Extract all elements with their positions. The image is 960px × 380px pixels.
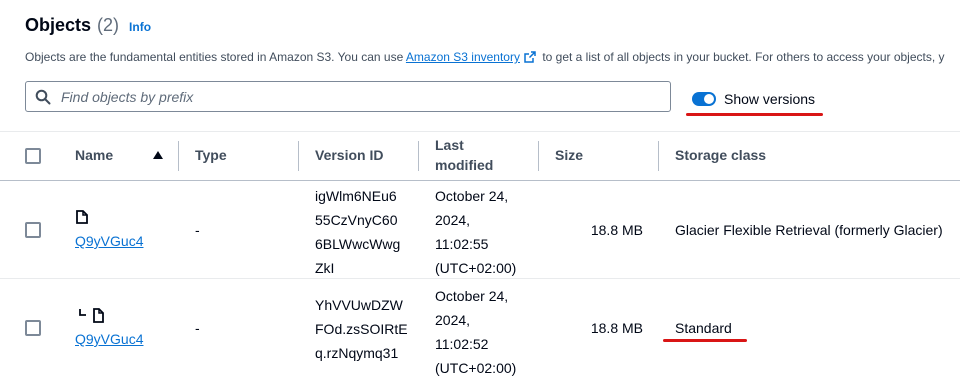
row-checkbox[interactable] — [25, 222, 41, 238]
show-versions-label: Show versions — [724, 91, 816, 107]
last-modified-line: October 24, — [435, 188, 509, 204]
annotation-underline-storage-class — [663, 339, 747, 342]
column-header-name[interactable]: Name — [75, 145, 113, 165]
row-checkbox[interactable] — [25, 320, 41, 336]
search-icon — [35, 89, 51, 105]
version-id-line: ZkI — [315, 260, 335, 276]
last-modified: October 24, 2024, 11:02:55 (UTC+02:00) — [435, 184, 516, 280]
description-suffix: to get a list of all objects in your buc… — [538, 50, 945, 64]
description-prefix: Objects are the fundamental entities sto… — [25, 50, 406, 64]
section-description: Objects are the fundamental entities sto… — [25, 50, 945, 66]
last-modified-line1: Last — [435, 137, 464, 153]
column-divider[interactable] — [418, 141, 419, 171]
last-modified-line: (UTC+02:00) — [435, 360, 517, 376]
column-header-version-id[interactable]: Version ID — [315, 145, 383, 165]
annotation-underline-toggle — [686, 113, 823, 116]
toggle-knob — [704, 94, 714, 104]
column-divider[interactable] — [178, 141, 179, 171]
last-modified-line: October 24, — [435, 288, 509, 304]
search-input[interactable] — [61, 88, 641, 105]
version-id-line: 6BLWwcWwg — [315, 236, 401, 252]
column-header-size[interactable]: Size — [555, 145, 583, 165]
object-count: (2) — [97, 15, 120, 35]
column-header-last-modified[interactable]: Last modified — [435, 135, 493, 175]
column-divider[interactable] — [538, 141, 539, 171]
object-name-link[interactable]: Q9yVGuc4 — [75, 232, 143, 250]
external-link-icon[interactable] — [524, 51, 536, 66]
last-modified-line: 11:02:55 — [435, 236, 489, 252]
show-versions-toggle[interactable]: Show versions — [692, 91, 815, 107]
file-version-icon — [78, 308, 106, 329]
last-modified-line: (UTC+02:00) — [435, 260, 517, 276]
info-link[interactable]: Info — [129, 20, 151, 34]
version-id-line: q.rzNqymq31 — [315, 345, 399, 361]
version-id-line: YhVVUwDZW — [315, 297, 403, 313]
last-modified: October 24, 2024, 11:02:52 (UTC+02:00) — [435, 284, 516, 380]
select-all-checkbox[interactable] — [25, 148, 41, 164]
object-type: - — [195, 320, 200, 336]
column-header-storage-class[interactable]: Storage class — [675, 145, 766, 165]
column-divider[interactable] — [298, 141, 299, 171]
version-id-line: igWlm6NEu6 — [315, 188, 397, 204]
version-id: YhVVUwDZW FOd.zsSOIRtE q.rzNqymq31 — [315, 293, 408, 365]
last-modified-line: 2024, — [435, 212, 471, 228]
version-id-line: FOd.zsSOIRtE — [315, 321, 408, 337]
objects-header: Objects (2) Info — [25, 15, 151, 36]
sort-ascending-icon[interactable] — [153, 151, 163, 159]
toggle-switch[interactable] — [692, 92, 716, 106]
object-size: 18.8 MB — [590, 222, 643, 238]
version-id: igWlm6NEu6 55CzVnyC60 6BLWwcWwg ZkI — [315, 184, 400, 280]
object-size: 18.8 MB — [590, 320, 643, 336]
storage-class: Standard — [675, 320, 732, 336]
column-divider[interactable] — [658, 141, 659, 171]
version-id-line: 55CzVnyC60 — [315, 212, 398, 228]
last-modified-line: 2024, — [435, 312, 471, 328]
column-header-type[interactable]: Type — [195, 145, 227, 165]
object-type: - — [195, 222, 200, 238]
inventory-link[interactable]: Amazon S3 inventory — [406, 50, 520, 64]
storage-class: Glacier Flexible Retrieval (formerly Gla… — [675, 222, 943, 238]
section-title: Objects — [25, 15, 92, 35]
row-divider — [0, 278, 960, 279]
search-box[interactable] — [25, 81, 671, 112]
last-modified-line: 11:02:52 — [435, 336, 489, 352]
file-icon — [76, 210, 88, 229]
object-name-link[interactable]: Q9yVGuc4 — [75, 330, 143, 348]
last-modified-line2: modified — [435, 157, 494, 173]
